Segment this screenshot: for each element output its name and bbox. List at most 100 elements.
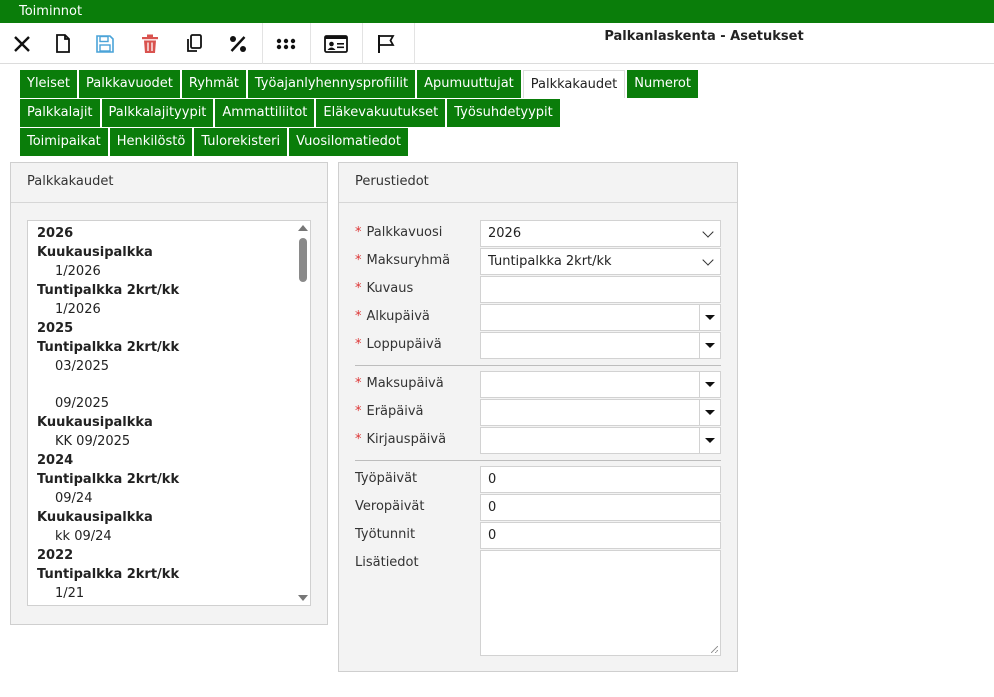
tab-palkkavuodet[interactable]: Palkkavuodet (79, 70, 180, 98)
delete-icon (142, 34, 158, 53)
maksupaiva-row: * Maksupäivä (355, 371, 721, 399)
close-button[interactable] (2, 23, 42, 64)
required-mark: * (355, 432, 362, 447)
id-card-icon (324, 34, 348, 53)
tab-tyosuhdetyypit[interactable]: Työsuhdetyypit (447, 99, 560, 127)
tab-tyoajanlyhennysprofiilit[interactable]: Työajanlyhennysprofiilit (247, 70, 416, 98)
tab-ryhmat[interactable]: Ryhmät (181, 70, 246, 98)
list-item[interactable]: 09/24 (28, 489, 294, 508)
alkupaiva-label: Alkupäivä (366, 309, 430, 324)
palkkavuosi-select[interactable]: 2026 (480, 220, 721, 247)
date-picker-button[interactable] (699, 400, 720, 425)
list-scrollbar[interactable] (296, 221, 310, 605)
veropaivat-row: Veropäivät 0 (355, 494, 721, 522)
scroll-thumb[interactable] (299, 238, 307, 282)
alkupaiva-date-input[interactable] (480, 304, 721, 331)
erapaiva-row: * Eräpäivä (355, 399, 721, 427)
menu-bar[interactable]: Toiminnot (0, 0, 994, 23)
apps-button[interactable] (266, 23, 306, 64)
save-button[interactable] (85, 23, 125, 64)
list-year[interactable]: 2025 (28, 319, 294, 338)
tab-numerot[interactable]: Numerot (627, 70, 698, 98)
maksupaiva-date-input[interactable] (480, 371, 721, 398)
tyotunnit-label: Työtunnit (355, 527, 416, 542)
flag-icon (378, 34, 395, 53)
kirjauspaiva-date-input[interactable] (480, 427, 721, 454)
list-group[interactable]: Tuntipalkka 2krt/kk (28, 470, 294, 489)
menu-title[interactable]: Toiminnot (19, 4, 82, 19)
new-button[interactable] (43, 23, 83, 64)
resize-grip-icon[interactable] (711, 646, 718, 653)
tab-ammattiliitot[interactable]: Ammattiliitot (215, 99, 315, 127)
date-picker-button[interactable] (699, 305, 720, 330)
save-icon (96, 34, 114, 53)
tab-toimipaikat[interactable]: Toimipaikat (20, 128, 108, 156)
tab-palkkalajityypit[interactable]: Palkkalajityypit (101, 99, 214, 127)
panel-title: Palkkakaudet (11, 163, 327, 203)
loppupaiva-date-input[interactable] (480, 332, 721, 359)
list-group[interactable]: Kuukausipalkka (28, 243, 294, 262)
kuvaus-input[interactable] (480, 276, 721, 303)
list-group[interactable]: Tuntipalkka 2krt/kk (28, 565, 294, 584)
required-mark: * (355, 225, 362, 240)
list-item[interactable]: 1/2026 (28, 300, 294, 319)
loppupaiva-label: Loppupäivä (366, 337, 442, 352)
date-picker-button[interactable] (699, 333, 720, 358)
close-icon (14, 35, 30, 52)
list-item[interactable]: 09/2025 (28, 394, 294, 413)
tab-elakevakuutukset[interactable]: Eläkevakuutukset (316, 99, 446, 127)
divider (355, 365, 721, 366)
list-year[interactable]: 2026 (28, 224, 294, 243)
flag-button[interactable] (366, 23, 406, 64)
copy-button[interactable] (174, 23, 214, 64)
kuvaus-row: * Kuvaus (355, 276, 721, 304)
tab-palkkakaudet[interactable]: Palkkakaudet (522, 70, 626, 98)
caret-down-icon (705, 410, 715, 415)
palkkavuosi-row: * Palkkavuosi 2026 (355, 220, 721, 248)
veropaivat-label: Veropäivät (355, 499, 425, 514)
tab-apumuuttujat[interactable]: Apumuuttujat (417, 70, 521, 98)
date-picker-button[interactable] (699, 372, 720, 397)
chevron-down-icon (702, 254, 714, 266)
chevron-down-icon (702, 226, 714, 238)
copy-icon (187, 34, 202, 52)
lisatiedot-textarea[interactable] (480, 550, 721, 656)
maksuryhma-row: * Maksuryhmä Tuntipalkka 2krt/kk (355, 248, 721, 276)
maksuryhma-select[interactable]: Tuntipalkka 2krt/kk (480, 248, 721, 275)
lisatiedot-label: Lisätiedot (355, 555, 419, 570)
veropaivat-input[interactable]: 0 (480, 494, 721, 521)
list-item[interactable]: KK 09/2025 (28, 432, 294, 451)
tyopaivat-input[interactable]: 0 (480, 466, 721, 493)
scroll-up-icon[interactable] (298, 225, 308, 231)
apps-grid-icon (276, 38, 296, 49)
list-group[interactable]: Tuntipalkka 2krt/kk (28, 281, 294, 300)
id-card-button[interactable] (316, 23, 356, 64)
pay-periods-list[interactable]: 2026 Kuukausipalkka 1/2026 Tuntipalkka 2… (27, 220, 311, 606)
list-item[interactable]: 1/21 (28, 584, 294, 603)
tab-palkkalajit[interactable]: Palkkalajit (20, 99, 100, 127)
percent-button[interactable] (218, 23, 258, 64)
divider (355, 460, 721, 461)
erapaiva-date-input[interactable] (480, 399, 721, 426)
page-title: Palkanlaskenta - Asetukset (604, 29, 804, 44)
list-group[interactable]: Kuukausipalkka (28, 413, 294, 432)
list-year[interactable]: 2022 (28, 546, 294, 565)
list-item[interactable]: 03/2025 (28, 357, 294, 394)
date-picker-button[interactable] (699, 428, 720, 453)
list-group[interactable]: Kuukausipalkka (28, 508, 294, 527)
list-item[interactable]: 1/2026 (28, 262, 294, 281)
pay-periods-panel: Palkkakaudet 2026 Kuukausipalkka 1/2026 … (10, 162, 328, 625)
scroll-down-icon[interactable] (298, 595, 308, 601)
tab-henkilosto[interactable]: Henkilöstö (109, 128, 193, 156)
tabs-row-3: Toimipaikat Henkilöstö Tulorekisteri Vuo… (20, 128, 410, 156)
required-mark: * (355, 376, 362, 391)
delete-button[interactable] (130, 23, 170, 64)
list-year[interactable]: 2024 (28, 451, 294, 470)
required-mark: * (355, 281, 362, 296)
list-group[interactable]: Tuntipalkka 2krt/kk (28, 338, 294, 357)
tab-tulorekisteri[interactable]: Tulorekisteri (194, 128, 288, 156)
tab-vuosilomatiedot[interactable]: Vuosilomatiedot (289, 128, 408, 156)
tyotunnit-input[interactable]: 0 (480, 522, 721, 549)
tab-yleiset[interactable]: Yleiset (20, 70, 78, 98)
list-item[interactable]: kk 09/24 (28, 527, 294, 546)
